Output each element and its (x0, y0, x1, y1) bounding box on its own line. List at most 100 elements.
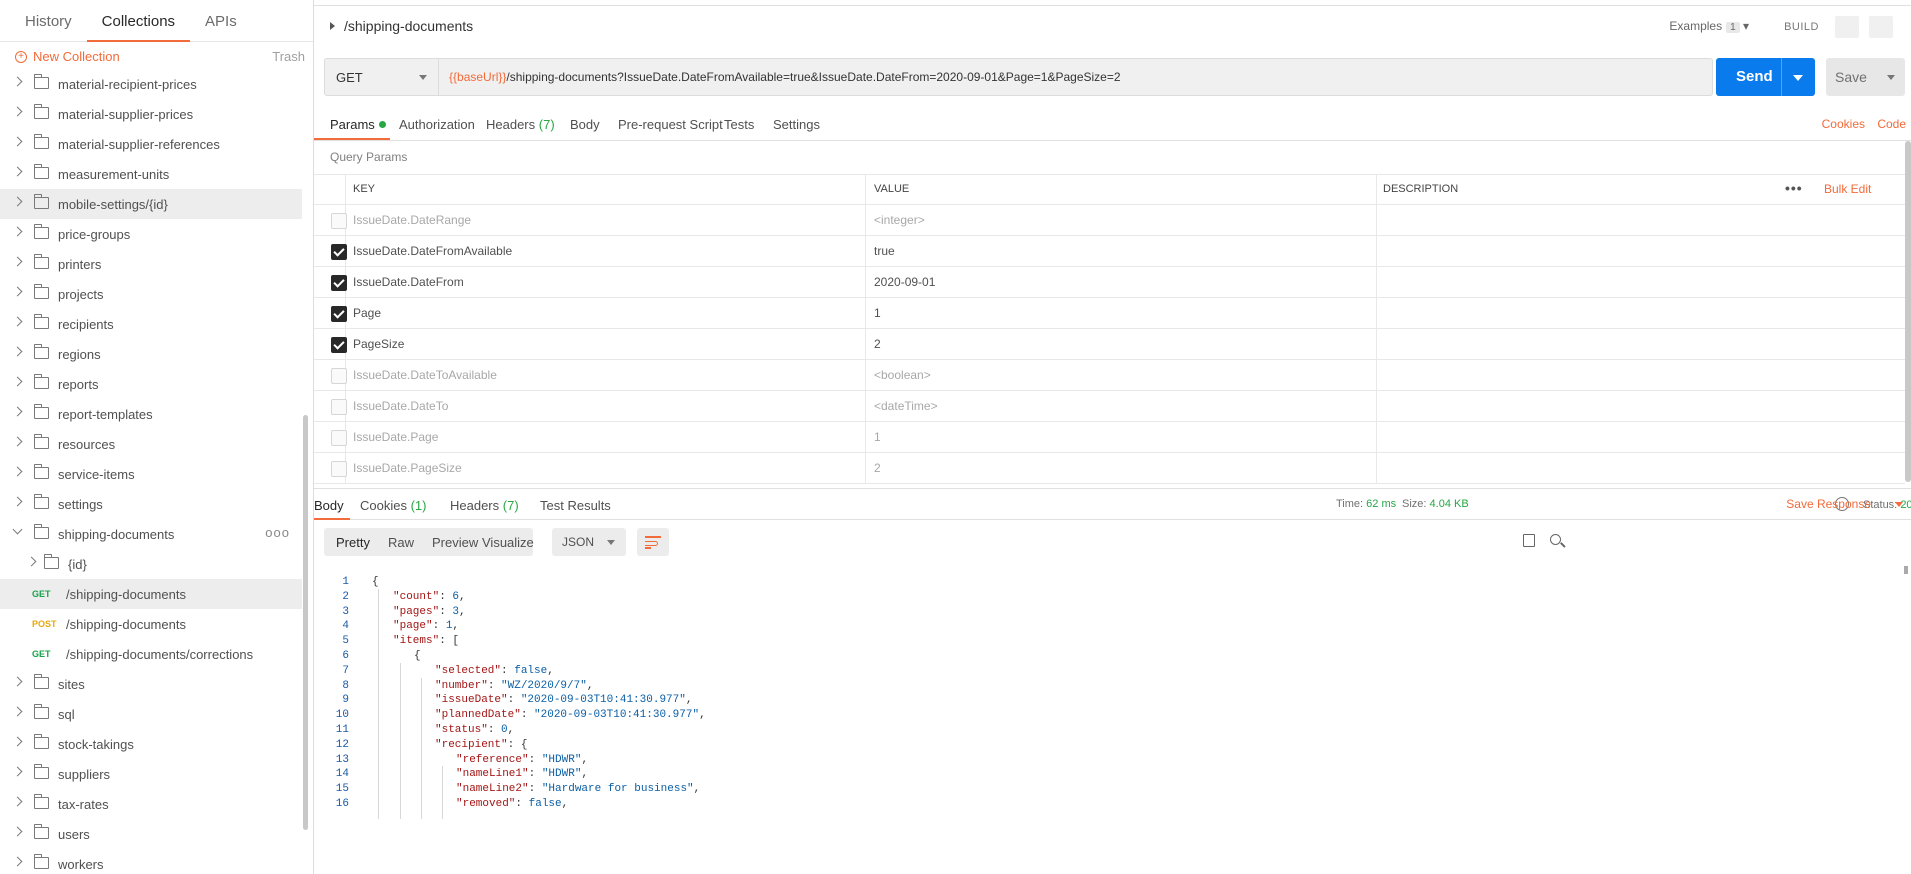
param-description[interactable] (1377, 236, 1905, 266)
build-label[interactable]: BUILD (1784, 21, 1819, 33)
chevron-right-icon[interactable] (12, 106, 23, 117)
chevron-right-icon[interactable] (12, 166, 23, 177)
folder-item[interactable]: reports (0, 369, 302, 399)
trash-button[interactable]: Trash (272, 49, 305, 64)
param-description[interactable] (1377, 205, 1905, 235)
param-description[interactable] (1377, 329, 1905, 359)
editor-scrollbar[interactable] (1904, 566, 1908, 574)
tab-history[interactable]: History (10, 13, 87, 41)
folder-item[interactable]: projects (0, 279, 302, 309)
folder-item[interactable]: workers (0, 849, 302, 874)
param-description[interactable] (1377, 360, 1905, 390)
url-input[interactable]: {{baseUrl}}/shipping-documents?IssueDate… (449, 70, 1121, 84)
chevron-right-icon[interactable] (12, 796, 23, 807)
new-collection-button[interactable]: + New Collection (15, 49, 120, 64)
param-checkbox[interactable] (331, 213, 347, 229)
param-value[interactable]: <integer> (866, 205, 1377, 235)
folder-item[interactable]: settings (0, 489, 302, 519)
folder-item[interactable]: suppliers (0, 759, 302, 789)
format-preview[interactable]: Preview (432, 528, 478, 556)
tab-body[interactable]: Body (570, 117, 600, 132)
param-description[interactable] (1377, 267, 1905, 297)
param-key[interactable]: IssueDate.DateTo (346, 391, 866, 421)
search-icon[interactable] (1550, 534, 1561, 545)
folder-item[interactable]: tax-rates (0, 789, 302, 819)
folder-item[interactable]: mobile-settings/{id} (0, 189, 302, 219)
chevron-down-icon[interactable] (12, 524, 23, 535)
chevron-right-icon[interactable] (26, 556, 37, 567)
sidebar-scrollbar[interactable] (303, 415, 308, 830)
caret-right-icon[interactable] (330, 22, 335, 30)
chevron-right-icon[interactable] (12, 466, 23, 477)
tab-settings[interactable]: Settings (773, 117, 820, 132)
folder-item[interactable]: resources (0, 429, 302, 459)
folder-item[interactable]: service-items (0, 459, 302, 489)
folder-item[interactable]: regions (0, 339, 302, 369)
folder-item[interactable]: printers (0, 249, 302, 279)
folder-item[interactable]: material-supplier-prices (0, 99, 302, 129)
chevron-right-icon[interactable] (12, 856, 23, 867)
format-raw[interactable]: Raw (388, 528, 414, 556)
param-key[interactable]: IssueDate.PageSize (346, 453, 866, 483)
chevron-right-icon[interactable] (12, 436, 23, 447)
chevron-right-icon[interactable] (12, 376, 23, 387)
params-scrollbar[interactable] (1905, 141, 1911, 482)
resp-tab-cookies[interactable]: Cookies (1) (360, 498, 426, 513)
chevron-right-icon[interactable] (12, 706, 23, 717)
param-key[interactable]: IssueDate.DateToAvailable (346, 360, 866, 390)
folder-item[interactable]: {id} (0, 549, 302, 579)
param-checkbox[interactable] (331, 244, 347, 260)
param-value[interactable]: 2 (866, 453, 1377, 483)
tab-authorization[interactable]: Authorization (399, 117, 475, 132)
param-checkbox[interactable] (331, 430, 347, 446)
response-body-editor[interactable]: 1 {2 "count": 6, 3 "pages": 3, 4 "page": 1, 5 "i… (314, 572, 1911, 874)
param-description[interactable] (1377, 391, 1905, 421)
folder-item[interactable]: sql (0, 699, 302, 729)
folder-item[interactable]: shipping-documents ooo (0, 519, 302, 549)
tab-apis[interactable]: APIs (190, 13, 252, 41)
param-key[interactable]: IssueDate.DateRange (346, 205, 866, 235)
tab-headers[interactable]: Headers (7) (486, 117, 555, 132)
tab-tests[interactable]: Tests (724, 117, 754, 132)
chevron-right-icon[interactable] (12, 406, 23, 417)
method-select[interactable]: GET (325, 59, 439, 95)
request-item[interactable]: POST/shipping-documents (0, 609, 302, 639)
param-description[interactable] (1377, 298, 1905, 328)
param-value[interactable]: true (866, 236, 1377, 266)
folder-item[interactable]: users (0, 819, 302, 849)
param-value[interactable]: 2020-09-01 (866, 267, 1377, 297)
chevron-right-icon[interactable] (12, 196, 23, 207)
chevron-right-icon[interactable] (12, 676, 23, 687)
param-checkbox[interactable] (331, 461, 347, 477)
param-value[interactable]: <boolean> (866, 360, 1377, 390)
chevron-right-icon[interactable] (12, 496, 23, 507)
examples-dropdown[interactable]: Examples 1 ▾ (1669, 19, 1749, 33)
chevron-down-icon[interactable] (1895, 502, 1903, 507)
param-key[interactable]: Page (346, 298, 866, 328)
cookies-link[interactable]: Cookies (1822, 117, 1865, 131)
language-select[interactable]: JSON (552, 528, 626, 556)
chevron-right-icon[interactable] (12, 826, 23, 837)
resp-tab-test-results[interactable]: Test Results (540, 498, 611, 513)
param-key[interactable]: IssueDate.DateFrom (346, 267, 866, 297)
tab-params[interactable]: Params (330, 117, 386, 132)
folder-item[interactable]: sites (0, 669, 302, 699)
request-item[interactable]: GET/shipping-documents/corrections (0, 639, 302, 669)
param-key[interactable]: IssueDate.DateFromAvailable (346, 236, 866, 266)
chevron-right-icon[interactable] (12, 76, 23, 87)
param-checkbox[interactable] (331, 399, 347, 415)
format-pretty[interactable]: Pretty (336, 528, 370, 556)
folder-item[interactable]: price-groups (0, 219, 302, 249)
chevron-right-icon[interactable] (12, 316, 23, 327)
chevron-down-icon[interactable] (1887, 75, 1895, 80)
chevron-right-icon[interactable] (12, 226, 23, 237)
param-value[interactable]: 1 (866, 298, 1377, 328)
save-button[interactable]: Save (1826, 58, 1905, 96)
param-value[interactable]: <dateTime> (866, 391, 1377, 421)
more-options-icon[interactable]: ••• (1785, 180, 1803, 196)
chevron-down-icon[interactable] (1793, 75, 1803, 81)
request-item[interactable]: GET/shipping-documents (0, 579, 302, 609)
param-description[interactable] (1377, 453, 1905, 483)
tab-collections[interactable]: Collections (86, 13, 191, 42)
pencil-icon[interactable] (1835, 16, 1859, 38)
